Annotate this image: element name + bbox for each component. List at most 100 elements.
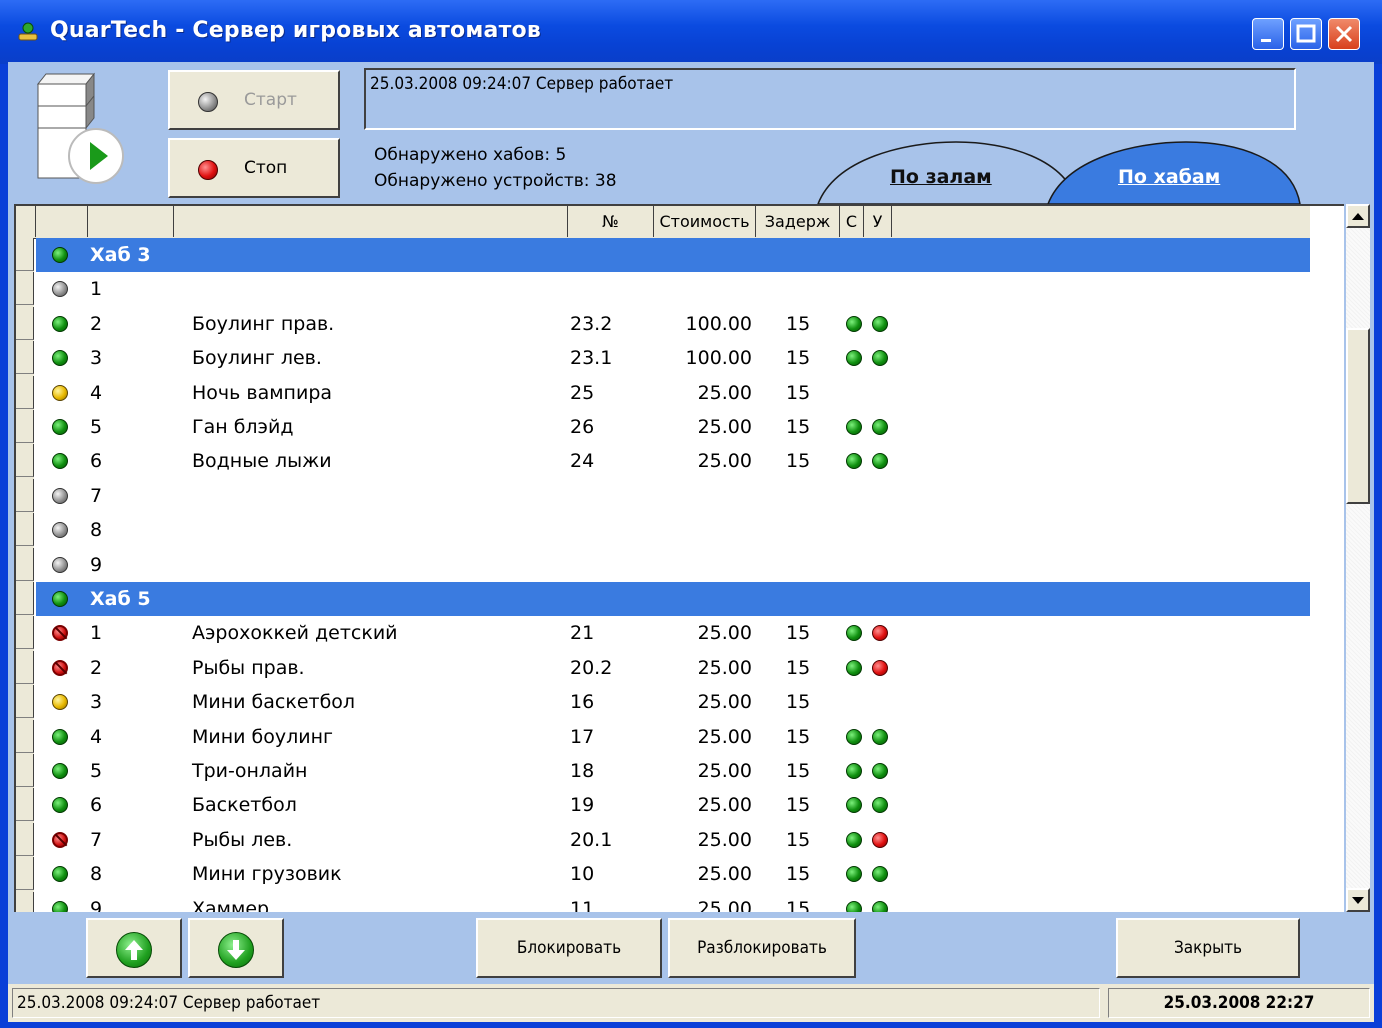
minimize-button[interactable] (1252, 18, 1284, 50)
table-row[interactable]: 2 Рыбы прав. 20.2 25.00 15 (36, 651, 1310, 685)
row-selector[interactable] (16, 822, 34, 856)
table-row[interactable]: 8 (36, 513, 1310, 547)
row-selector[interactable] (16, 685, 34, 719)
header-delay[interactable]: Задерж (756, 206, 840, 237)
hub-row[interactable]: Хаб 3 (36, 238, 1310, 272)
close-button[interactable]: Закрыть (1116, 918, 1300, 978)
device-number: 18 (570, 760, 595, 782)
device-number: 23.1 (570, 347, 613, 370)
row-selector[interactable] (16, 650, 34, 684)
row-selector[interactable] (16, 444, 34, 478)
device-number: 17 (570, 725, 595, 748)
header-name[interactable] (174, 206, 568, 237)
device-number: 19 (570, 794, 595, 817)
row-selector[interactable] (16, 582, 34, 615)
header-u[interactable]: У (864, 206, 892, 237)
row-selector[interactable] (16, 410, 34, 443)
row-selector[interactable] (16, 513, 34, 547)
scroll-down-button[interactable] (1346, 888, 1370, 912)
row-selector[interactable] (16, 306, 34, 340)
row-selector[interactable] (16, 478, 34, 512)
start-button[interactable]: Старт (168, 70, 340, 130)
table-row[interactable]: 3 Мини баскетбол 16 25.00 15 (36, 685, 1310, 719)
move-down-button[interactable] (188, 918, 284, 978)
table-row[interactable]: 9 Хаммер 11 25.00 15 (36, 892, 1310, 912)
table-row[interactable]: 5 Ган блэйд 26 25.00 15 (36, 410, 1310, 444)
device-name: Боулинг лев. (192, 347, 322, 370)
scroll-thumb[interactable] (1346, 328, 1370, 504)
row-selector[interactable] (16, 616, 34, 650)
u-status-icon (872, 350, 888, 367)
device-delay: 15 (786, 897, 811, 912)
table-row[interactable]: 3 Боулинг лев. 23.1 100.00 15 (36, 341, 1310, 375)
vertical-scrollbar[interactable] (1346, 204, 1370, 912)
device-name: Мини баскетбол (192, 691, 356, 714)
device-name: Мини боулинг (192, 725, 334, 748)
device-number: 16 (570, 691, 595, 714)
device-cost (660, 513, 752, 547)
device-id: 9 (90, 553, 103, 576)
status-led-icon (52, 419, 68, 435)
row-selector[interactable] (16, 719, 34, 753)
device-cost: 25.00 (697, 863, 752, 886)
view-tabs: По залам По хабам (816, 138, 1302, 204)
hub-row[interactable]: Хаб 5 (36, 582, 1310, 616)
table-row[interactable]: 7 Рыбы лев. 20.1 25.00 15 (36, 823, 1310, 857)
title-bar[interactable]: QuarTech - Сервер игровых автоматов (0, 0, 1382, 64)
status-led-icon (52, 281, 68, 298)
table-row[interactable]: 4 Ночь вампира 25 25.00 15 (36, 376, 1310, 410)
row-selector[interactable] (16, 375, 34, 409)
table-row[interactable]: 1 Аэрохоккей детский 21 25.00 15 (36, 616, 1310, 650)
devices-grid[interactable]: № Стоимость Задерж С У Хаб 3 1 2 Боулинг пр… (14, 204, 1344, 912)
device-cost: 25.00 (697, 725, 752, 748)
table-row[interactable]: 9 (36, 548, 1310, 582)
header-id[interactable] (88, 206, 174, 237)
device-number: 11 (570, 897, 595, 912)
table-row[interactable]: 6 Водные лыжи 24 25.00 15 (36, 444, 1310, 478)
device-delay: 15 (786, 828, 811, 851)
table-row[interactable]: 4 Мини боулинг 17 25.00 15 (36, 720, 1310, 754)
tabs-shape (817, 141, 1301, 204)
status-led-icon (52, 522, 68, 539)
scroll-up-button[interactable] (1346, 204, 1370, 228)
table-row[interactable]: 8 Мини грузовик 10 25.00 15 (36, 857, 1310, 891)
unblock-button[interactable]: Разблокировать (668, 918, 856, 978)
scroll-up-icon (1352, 213, 1364, 220)
device-id: 4 (90, 381, 103, 404)
table-row[interactable]: 1 (36, 272, 1310, 306)
table-row[interactable]: 2 Боулинг прав. 23.2 100.00 15 (36, 307, 1310, 341)
c-status-icon (846, 797, 862, 814)
device-delay: 15 (786, 656, 811, 679)
maximize-button[interactable] (1290, 18, 1322, 50)
table-row[interactable]: 6 Баскетбол 19 25.00 15 (36, 788, 1310, 822)
stats-panel: Обнаружено хабов: 5 Обнаружено устройств… (374, 142, 617, 194)
tab-by-halls[interactable]: По залам (890, 166, 992, 188)
header-cost[interactable]: Стоимость (654, 206, 756, 237)
block-button[interactable]: Блокировать (476, 918, 662, 978)
device-name: Ган блэйд (192, 416, 294, 438)
u-status-icon (872, 419, 888, 435)
row-selector[interactable] (16, 341, 34, 375)
header-status[interactable] (36, 206, 88, 237)
header-num[interactable]: № (568, 206, 654, 237)
tab-by-hubs[interactable]: По хабам (1118, 166, 1220, 188)
device-number: 25 (570, 381, 595, 404)
row-selector[interactable] (16, 238, 34, 271)
header-c[interactable]: С (840, 206, 864, 237)
device-id: 8 (90, 863, 103, 886)
row-selector[interactable] (16, 788, 34, 822)
status-led-icon (52, 728, 68, 745)
row-selector[interactable] (16, 891, 34, 912)
table-row[interactable]: 7 (36, 479, 1310, 513)
table-row[interactable]: 5 Три-онлайн 18 25.00 15 (36, 754, 1310, 788)
device-id: 5 (90, 760, 103, 782)
row-selector-strip[interactable] (16, 238, 34, 912)
stop-button[interactable]: Стоп (168, 138, 340, 198)
row-selector[interactable] (16, 754, 34, 787)
device-id: 3 (90, 691, 103, 714)
close-window-button[interactable] (1328, 18, 1360, 50)
row-selector[interactable] (16, 857, 34, 891)
move-up-button[interactable] (86, 918, 182, 978)
row-selector[interactable] (16, 272, 34, 306)
row-selector[interactable] (16, 547, 34, 581)
